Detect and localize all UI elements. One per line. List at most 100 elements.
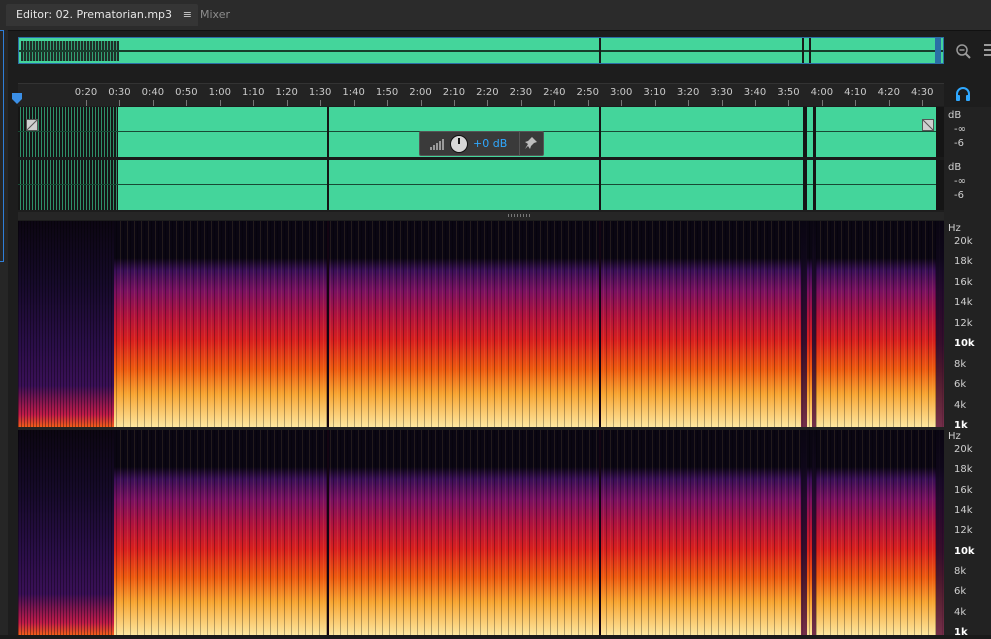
- volume-value[interactable]: +0 dB: [473, 137, 507, 150]
- ruler-tick-label: 1:20: [275, 87, 298, 98]
- db-scale-label: -∞: [954, 124, 966, 135]
- ruler-tick: [855, 100, 857, 106]
- overview-transient: [809, 38, 811, 63]
- overview-waveform[interactable]: [18, 37, 944, 64]
- waveform-dip: [803, 160, 807, 210]
- spectrogram-channel-right[interactable]: [18, 430, 944, 635]
- ruler-tick: [788, 100, 790, 106]
- hz-scale-label: 6k: [954, 586, 967, 598]
- hz-scale-label: 16k: [954, 484, 973, 496]
- ruler-tick: [721, 100, 723, 106]
- spectrogram-transient: [599, 430, 601, 635]
- tab-mixer[interactable]: Mixer: [190, 4, 266, 26]
- ruler-tick: [554, 100, 556, 106]
- db-scale-label: dB: [948, 162, 962, 173]
- ruler-tick: [119, 100, 121, 106]
- spectrogram-transient: [327, 430, 329, 635]
- ruler-tick: [888, 100, 890, 106]
- ruler-tick-label: 4:30: [911, 87, 934, 98]
- bottom-edge: [0, 635, 991, 639]
- waveform-transient: [599, 107, 601, 157]
- ruler-tick: [654, 100, 656, 106]
- splitter-grip[interactable]: [508, 214, 532, 217]
- ruler-tick-label: 3:20: [676, 87, 700, 98]
- ruler-tick: [186, 100, 188, 106]
- overview-scroll-handle[interactable]: [935, 38, 941, 63]
- ruler-tick-label: 1:50: [375, 87, 399, 98]
- tab-editor-label: Editor: 02. Prematorian.mp3: [16, 8, 173, 21]
- hz-scale-label: 4k: [954, 606, 967, 618]
- view-splitter[interactable]: [18, 212, 944, 220]
- pin-icon[interactable]: [524, 136, 538, 150]
- playhead-icon[interactable]: [12, 93, 22, 105]
- hz-scale-label: 1k: [954, 420, 968, 431]
- waveform-fade-out: [936, 160, 944, 210]
- ruler-tick-label: 2:20: [476, 87, 499, 98]
- waveform-quiet-intro: [18, 160, 118, 210]
- ruler-tick-label: 3:00: [609, 87, 633, 98]
- spectrogram-quiet-texture: [18, 221, 114, 427]
- spectrogram-channel-left[interactable]: [18, 221, 944, 427]
- spectrogram-transient: [327, 221, 329, 427]
- waveform-dip: [813, 160, 816, 210]
- tab-editor[interactable]: Editor: 02. Prematorian.mp3 ≡: [6, 4, 198, 26]
- editor-tab-bar: Editor: 02. Prematorian.mp3 ≡ Mixer: [0, 0, 991, 31]
- overview-transient: [599, 38, 601, 63]
- ruler-tick: [453, 100, 455, 106]
- ruler-tick-label: 2:30: [509, 87, 533, 98]
- spectrogram-dip: [812, 221, 816, 427]
- ruler-tick-label: 1:10: [242, 87, 265, 98]
- ruler-tick: [387, 100, 389, 106]
- spectrogram-dip: [801, 221, 807, 427]
- panel-menu-icon[interactable]: [983, 42, 991, 58]
- hz-scale-label: 8k: [954, 566, 967, 577]
- hz-scale-label: 12k: [954, 525, 973, 537]
- ruler-tick-label: 0:30: [108, 87, 131, 98]
- waveform-dip: [813, 107, 816, 157]
- hz-unit-label: Hz: [948, 431, 961, 442]
- ruler-tick-label: 3:10: [643, 87, 666, 98]
- fade-in-handle-icon[interactable]: [26, 119, 38, 131]
- ruler-tick: [487, 100, 489, 106]
- spectrogram-quiet-texture: [18, 430, 114, 635]
- hz-scale-label: 10k: [954, 545, 975, 557]
- ruler-tick-label: 3:40: [743, 87, 767, 98]
- zoom-out-icon[interactable]: [954, 42, 972, 60]
- waveform-transient: [599, 160, 601, 210]
- hz-scale-label: 18k: [954, 256, 973, 268]
- overview-transient: [802, 38, 804, 63]
- hz-scale-label: 20k: [954, 444, 973, 455]
- hz-scale-label: 16k: [954, 276, 973, 288]
- volume-knob-icon[interactable]: [450, 135, 468, 153]
- fade-out-handle-icon[interactable]: [922, 119, 934, 131]
- volume-hud[interactable]: +0 dB: [419, 131, 544, 156]
- hud-divider: [519, 132, 520, 155]
- spectrogram-dip: [801, 430, 807, 635]
- waveform-dip: [803, 107, 807, 157]
- ruler-tick: [253, 100, 255, 106]
- ruler-tick: [821, 100, 823, 106]
- ruler-tick-label: 2:10: [442, 87, 466, 98]
- waveform-quiet-intro: [18, 107, 118, 157]
- hz-scale-label: 4k: [954, 399, 967, 411]
- ruler-tick-label: 0:50: [175, 87, 198, 98]
- ruler-tick: [219, 100, 221, 106]
- headphones-icon[interactable]: [955, 86, 971, 102]
- db-scale-label: -6: [954, 138, 964, 149]
- db-scale-right: dB -∞ -6: [948, 161, 988, 203]
- waveform-channel-right[interactable]: [18, 160, 944, 210]
- ruler-tick-label: 4:10: [844, 87, 867, 98]
- spectrogram-fade-out: [936, 430, 944, 635]
- volume-bars-icon: [430, 139, 444, 150]
- waveform-transient: [327, 160, 329, 210]
- ruler-tick: [688, 100, 690, 106]
- waveform-transient: [327, 107, 329, 157]
- ruler-tick-label: 2:40: [543, 87, 566, 98]
- ruler-tick-label: 3:30: [710, 87, 733, 98]
- ruler-tick-label: 2:00: [409, 87, 432, 98]
- ruler-tick: [353, 100, 355, 106]
- time-ruler[interactable]: 0:20 0:30 0:40 0:50 1:00 1:10 1:20 1:30 1:40 1:50…: [18, 83, 944, 106]
- ruler-tick-label: 4:20: [877, 87, 901, 98]
- db-scale-label: -∞: [954, 176, 966, 187]
- hz-scale-label: 10k: [954, 338, 975, 350]
